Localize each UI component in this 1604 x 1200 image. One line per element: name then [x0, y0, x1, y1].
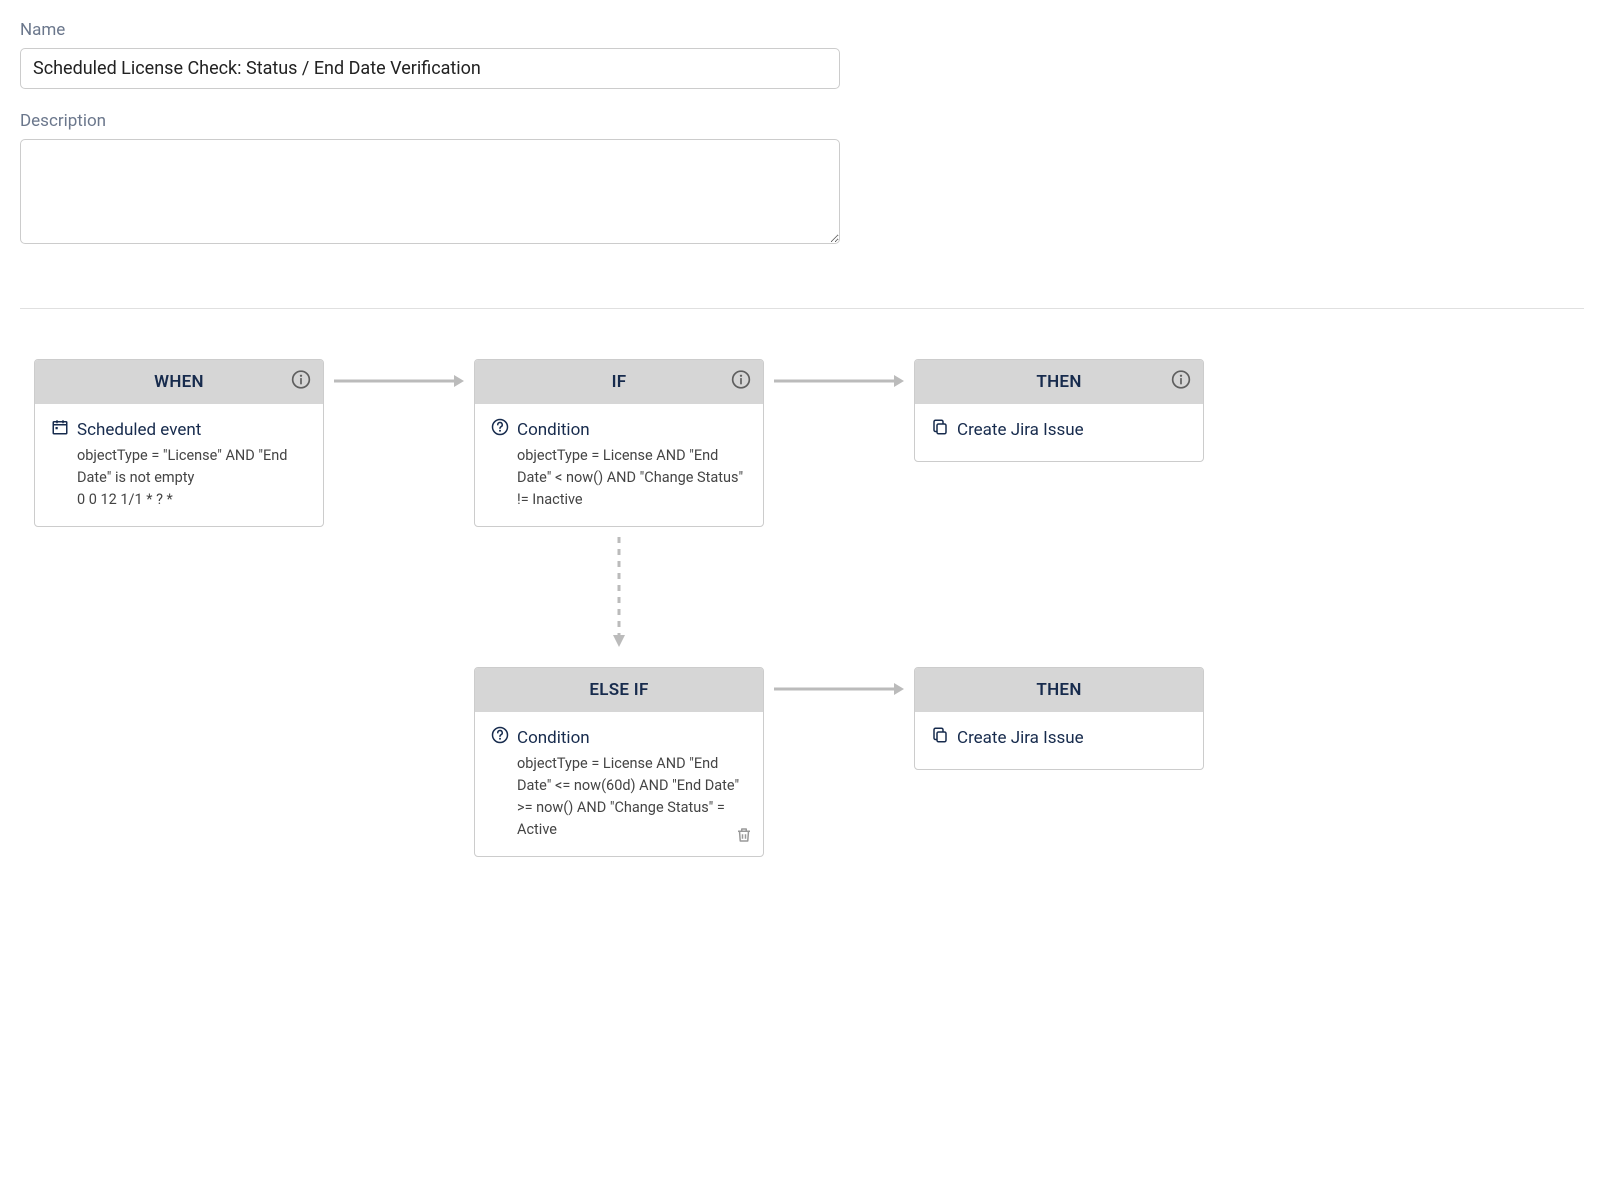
elseif-detail: objectType = License AND "End Date" <= n… — [491, 753, 747, 840]
arrow-if-then — [764, 359, 914, 403]
then-header: THEN — [915, 668, 1203, 712]
automation-flow: WHEN Scheduled event objectType = "Licen… — [20, 359, 1584, 857]
elseif-header-label: ELSE IF — [589, 680, 648, 700]
if-detail: objectType = License AND "End Date" < no… — [491, 445, 747, 510]
copy-icon — [931, 418, 949, 441]
elseif-title: Condition — [517, 728, 590, 748]
if-header-label: IF — [612, 372, 627, 392]
calendar-icon — [51, 418, 69, 441]
when-title: Scheduled event — [77, 420, 201, 440]
description-label: Description — [20, 111, 1584, 131]
name-input[interactable] — [20, 48, 840, 89]
description-textarea[interactable] — [20, 139, 840, 244]
arrow-when-if — [324, 359, 474, 403]
elseif-header: ELSE IF — [475, 668, 763, 712]
elseif-node[interactable]: ELSE IF Condition objectType = License A… — [474, 667, 764, 857]
info-icon[interactable] — [1171, 370, 1191, 395]
then2-header-label: THEN — [1036, 680, 1081, 700]
when-header-label: WHEN — [154, 372, 204, 392]
info-icon[interactable] — [291, 370, 311, 395]
copy-icon — [931, 726, 949, 749]
info-icon[interactable] — [731, 370, 751, 395]
arrow-if-elseif — [474, 537, 764, 647]
if-header: IF — [475, 360, 763, 404]
then-header: THEN — [915, 360, 1203, 404]
question-icon — [491, 418, 509, 441]
name-label: Name — [20, 20, 1584, 40]
then-node-2[interactable]: THEN Create Jira Issue — [914, 667, 1204, 770]
section-divider — [20, 308, 1584, 309]
then2-title: Create Jira Issue — [957, 728, 1084, 748]
trash-icon[interactable] — [735, 826, 753, 848]
question-icon — [491, 726, 509, 749]
then-node-1[interactable]: THEN Create Jira Issue — [914, 359, 1204, 462]
when-header: WHEN — [35, 360, 323, 404]
if-node[interactable]: IF Condition objectType = License AND "E… — [474, 359, 764, 527]
then1-header-label: THEN — [1036, 372, 1081, 392]
when-node[interactable]: WHEN Scheduled event objectType = "Licen… — [34, 359, 324, 527]
if-title: Condition — [517, 420, 590, 440]
when-detail: objectType = "License" AND "End Date" is… — [51, 445, 307, 510]
arrow-elseif-then — [764, 667, 914, 711]
then1-title: Create Jira Issue — [957, 420, 1084, 440]
